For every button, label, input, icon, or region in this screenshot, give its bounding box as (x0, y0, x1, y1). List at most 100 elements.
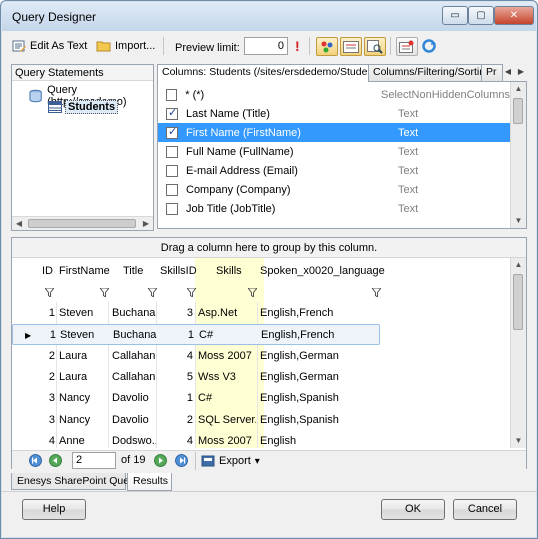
scroll-down-arrow[interactable]: ▼ (511, 434, 526, 448)
minimize-button[interactable]: ▭ (442, 6, 468, 25)
export-button[interactable]: Export ▾ (201, 452, 260, 470)
table-row[interactable]: 2 Laura Callahan 5 Wss V3 English,German (12, 367, 510, 388)
cell-skillsid[interactable]: 4 (159, 346, 193, 367)
cell-skills[interactable]: Asp.Net (198, 303, 256, 324)
cell-id[interactable]: 3 (42, 388, 55, 409)
cell-skills[interactable]: SQL Server... (198, 410, 256, 431)
ok-button[interactable]: OK (381, 499, 445, 520)
xml-export-button[interactable] (396, 37, 418, 56)
previous-page-icon[interactable] (49, 454, 62, 467)
cell-spoken-language[interactable]: English,German (260, 367, 380, 388)
column-header-skillsid[interactable]: SkillsID (160, 258, 197, 284)
column-checkbox[interactable] (166, 183, 178, 196)
cell-skills[interactable]: Moss 2007 (198, 431, 256, 452)
cell-skillsid[interactable]: 5 (159, 367, 193, 388)
column-row[interactable]: Job Title (JobTitle) Text (158, 199, 510, 218)
cell-id[interactable]: 2 (42, 346, 55, 367)
table-row[interactable]: 3NancyDavolio2SQL Server...English,Spani… (12, 410, 510, 431)
cell-spoken-language[interactable]: English,French (260, 303, 380, 324)
table-row[interactable]: 1StevenBuchanan3Asp.NetEnglish,French (12, 303, 510, 324)
column-row[interactable]: * (*) SelectNonHiddenColumns (158, 85, 510, 104)
tab-results[interactable]: Results (127, 473, 172, 491)
cell-id[interactable]: 2 (42, 367, 55, 388)
column-row[interactable]: Company (Company) Text (158, 180, 510, 199)
cell-id[interactable]: 4 (42, 431, 55, 452)
column-checkbox[interactable] (166, 88, 178, 101)
tab-columns[interactable]: Columns: Students (/sites/ersdedemo/Stud… (157, 64, 369, 82)
table-row[interactable]: ▶1StevenBuchanan1C#English,French (12, 324, 380, 346)
cell-firstname[interactable]: Laura (59, 346, 107, 367)
cell-spoken-language[interactable]: English,Spanish (260, 410, 380, 431)
cell-title[interactable]: Buchanan (112, 303, 156, 324)
grid-vscrollbar[interactable]: ▲ ▼ (510, 258, 526, 448)
column-row[interactable]: Last Name (Title) Text (158, 104, 510, 123)
cell-id[interactable]: 3 (42, 410, 55, 431)
column-checkbox[interactable] (166, 202, 178, 215)
column-header-title[interactable]: Title (123, 258, 143, 284)
cell-skillsid[interactable]: 1 (159, 388, 193, 409)
first-page-icon[interactable] (29, 454, 42, 467)
filter-icon[interactable] (187, 288, 196, 297)
tab-properties[interactable]: Pr (481, 64, 503, 81)
cell-skills[interactable]: Moss 2007 (198, 346, 256, 367)
cell-title[interactable]: Davolio (112, 410, 156, 431)
scroll-thumb[interactable] (513, 98, 523, 124)
cell-title[interactable]: Dodswo... (112, 431, 156, 452)
scroll-up-arrow[interactable]: ▲ (511, 258, 526, 272)
cancel-button[interactable]: Cancel (453, 499, 517, 520)
cell-skillsid[interactable]: 1 (160, 325, 194, 346)
scroll-right-arrow[interactable]: ▶ (139, 217, 153, 230)
next-page-icon[interactable] (154, 454, 167, 467)
cell-title[interactable]: Davolio (112, 388, 156, 409)
column-row[interactable]: First Name (FirstName) Text (158, 123, 510, 142)
cell-firstname[interactable]: Steven (60, 325, 108, 346)
cell-skills[interactable]: C# (199, 325, 257, 346)
tab-enesys-sharepoint-query[interactable]: Enesys SharePoint Query (11, 473, 138, 490)
cell-title[interactable]: Callahan (112, 346, 156, 367)
xml-view-button[interactable] (340, 37, 362, 56)
edit-as-text-button[interactable]: Edit As Text (11, 36, 87, 56)
column-checkbox[interactable] (166, 164, 178, 177)
maximize-button[interactable]: ▢ (468, 6, 494, 25)
cell-spoken-language[interactable]: English (260, 431, 380, 452)
filter-icon[interactable] (148, 288, 157, 297)
cell-firstname[interactable]: Nancy (59, 410, 107, 431)
cell-spoken-language[interactable]: English,Spanish (260, 388, 380, 409)
scroll-left-arrow[interactable]: ◀ (12, 217, 26, 230)
cell-spoken-language[interactable]: English,German (260, 346, 380, 367)
tab-scroll-left[interactable]: ◀ (502, 65, 514, 79)
cell-skillsid[interactable]: 4 (159, 431, 193, 452)
cell-firstname[interactable]: Nancy (59, 388, 107, 409)
left-pane-hscrollbar[interactable]: ◀ ▶ (12, 216, 153, 230)
scroll-thumb[interactable] (28, 219, 136, 228)
filter-icon[interactable] (372, 288, 381, 297)
filter-icon[interactable] (248, 288, 257, 297)
cell-title[interactable]: Buchanan (113, 325, 157, 346)
group-by-panel[interactable]: Drag a column here to group by this colu… (12, 238, 526, 258)
scroll-thumb[interactable] (513, 274, 523, 330)
scroll-down-arrow[interactable]: ▼ (511, 214, 526, 228)
table-row[interactable]: 3 Nancy Davolio 1 C# English,Spanish (12, 388, 510, 409)
refresh-button[interactable] (421, 36, 437, 56)
preview-limit-input[interactable]: 0 (244, 37, 288, 55)
table-row[interactable]: 4AnneDodswo...4Moss 2007English (12, 431, 510, 452)
cell-id[interactable]: 1 (42, 303, 55, 324)
cell-id[interactable]: 1 (43, 325, 56, 346)
column-checkbox[interactable] (166, 106, 178, 120)
column-header-spoken-language[interactable]: Spoken_x0020_language (260, 258, 385, 284)
tab-columns-filtering-sorting[interactable]: Columns/Filtering/Sorting (368, 64, 482, 81)
help-button[interactable]: Help (22, 499, 86, 520)
schema-view-button[interactable] (316, 37, 338, 56)
cell-firstname[interactable]: Laura (59, 367, 107, 388)
last-page-icon[interactable] (175, 454, 188, 467)
scroll-up-arrow[interactable]: ▲ (511, 82, 526, 96)
column-header-id[interactable]: ID (42, 258, 53, 284)
column-header-skills[interactable]: Skills (216, 258, 242, 284)
cell-title[interactable]: Callahan (112, 367, 156, 388)
columns-vscrollbar[interactable]: ▲ ▼ (510, 82, 526, 228)
cell-skillsid[interactable]: 3 (159, 303, 193, 324)
close-button[interactable]: ✕ (494, 6, 534, 25)
filter-icon[interactable] (45, 288, 54, 297)
cell-skillsid[interactable]: 2 (159, 410, 193, 431)
import-button[interactable]: Import... (96, 36, 155, 56)
